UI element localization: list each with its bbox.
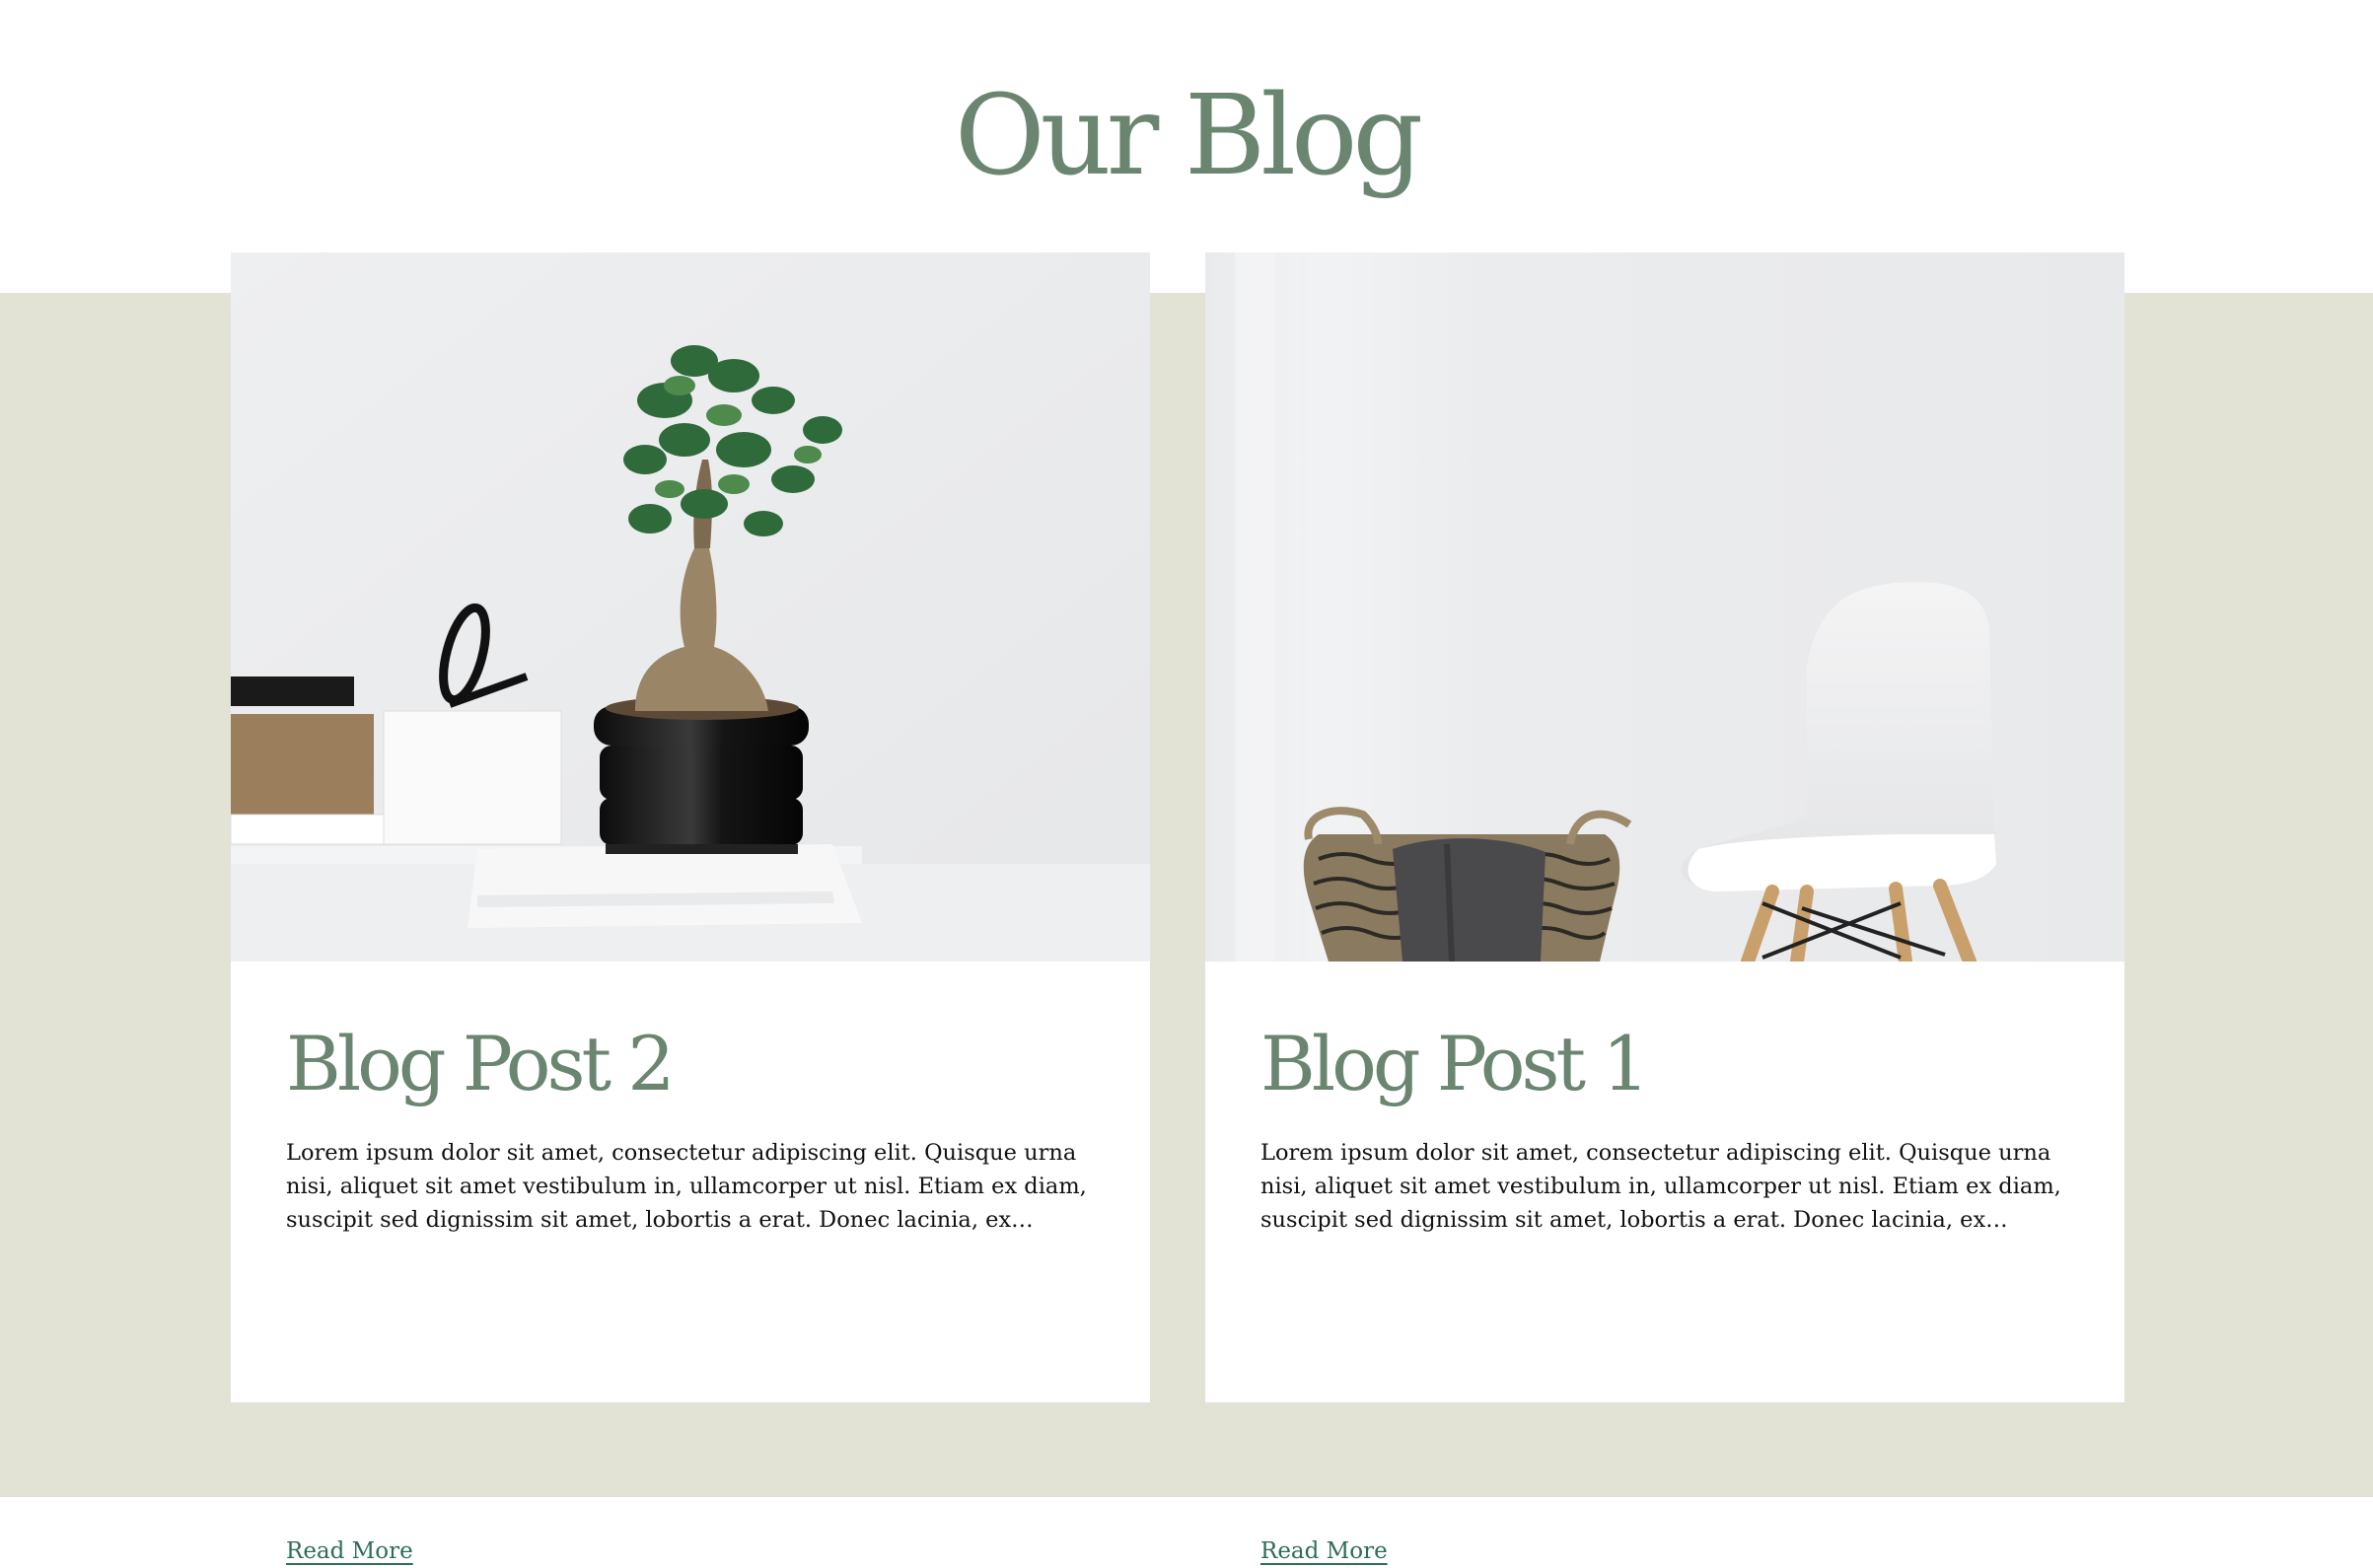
section-title: Our Blog: [954, 72, 1423, 200]
blog-post-excerpt: Lorem ipsum dolor sit amet, consectetur …: [1260, 1140, 2061, 1233]
blog-post-image-bonsai-desk[interactable]: [231, 252, 1150, 962]
blog-card: Blog Post 1 Lorem ipsum dolor sit amet, …: [1205, 252, 2124, 1564]
blog-post-title[interactable]: Blog Post 1: [1260, 1015, 1650, 1113]
read-more-link[interactable]: Read More: [286, 1534, 413, 1568]
blog-post-image-chair-basket[interactable]: [1205, 252, 2124, 962]
blog-post-excerpt: Lorem ipsum dolor sit amet, consectetur …: [286, 1140, 1087, 1233]
blog-card: Blog Post 2 Lorem ipsum dolor sit amet, …: [231, 252, 1150, 1564]
read-more-link[interactable]: Read More: [1260, 1534, 1388, 1568]
blog-post-title[interactable]: Blog Post 2: [286, 1015, 676, 1113]
